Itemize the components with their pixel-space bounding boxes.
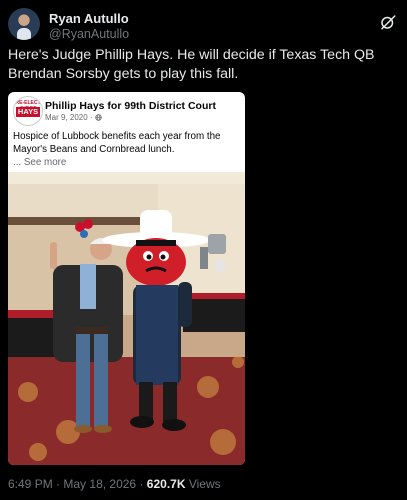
- separator: ·: [139, 477, 144, 491]
- embedded-facebook-post[interactable]: RE-ELECT JUDGE PHILLIP HAYS Phillip Hays…: [8, 92, 245, 465]
- logo-main-text: HAYS: [16, 107, 40, 117]
- tweet-date[interactable]: May 18, 2026: [63, 477, 136, 491]
- post-body-text: Hospice of Lubbock benefits each year fr…: [13, 131, 221, 155]
- post-body: Hospice of Lubbock benefits each year fr…: [13, 130, 241, 169]
- views-label: Views: [188, 477, 221, 491]
- post-date: Mar 9, 2020 ·: [45, 113, 102, 122]
- author-name[interactable]: Ryan Autullo: [49, 11, 129, 26]
- author-handle[interactable]: @RyanAutullo: [49, 27, 129, 41]
- avatar[interactable]: [8, 8, 40, 40]
- globe-icon: [95, 114, 102, 121]
- see-more-link[interactable]: ... See more: [13, 157, 66, 168]
- separator: ·: [56, 477, 61, 491]
- tweet-text: Here's Judge Phillip Hays. He will decid…: [8, 47, 375, 82]
- views-count[interactable]: 620.7K: [147, 477, 186, 491]
- tweet-time[interactable]: 6:49 PM: [8, 477, 53, 491]
- grok-icon[interactable]: [379, 13, 397, 31]
- post-photo[interactable]: [8, 172, 245, 465]
- tweet-footer: 6:49 PM · May 18, 2026 · 620.7K Views: [8, 477, 221, 491]
- post-date-text: Mar 9, 2020 ·: [45, 113, 93, 122]
- tweet-header: Ryan Autullo @RyanAutullo: [8, 8, 399, 41]
- page-name[interactable]: Phillip Hays for 99th District Court: [45, 100, 216, 112]
- page-logo[interactable]: RE-ELECT JUDGE PHILLIP HAYS: [13, 96, 43, 126]
